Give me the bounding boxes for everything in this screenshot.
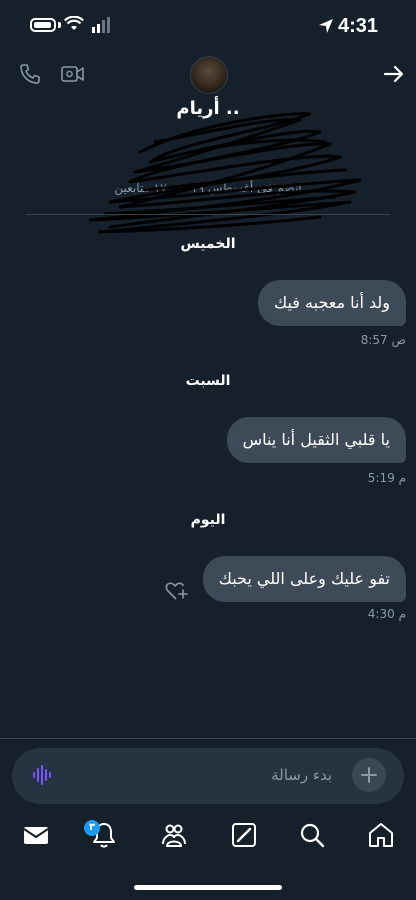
message-bubble[interactable]: تفو عليك وعلى اللي يحبك [202,556,406,602]
plus-icon [361,767,377,783]
add-reaction-icon[interactable] [164,579,190,603]
contact-avatar[interactable] [190,56,228,94]
messages-icon[interactable] [21,820,51,850]
status-time: 4:31 [337,15,378,37]
message-bubble[interactable]: ولد أنا معجبه فيك [257,280,406,326]
date-separator: السبت [185,373,231,389]
add-media-button[interactable] [352,758,386,792]
home-icon[interactable] [366,820,396,850]
video-call-icon[interactable] [60,62,86,86]
date-separator: الخميس [180,236,236,252]
header-divider [26,214,390,215]
battery-icon [30,18,56,32]
message-bubble[interactable]: يا قلبي الثقيل أنا يناس [226,417,406,463]
wifi-icon [64,16,84,30]
battery-tip [58,22,61,28]
message-time: 4:30 م [367,607,406,621]
phone-icon[interactable] [18,62,42,86]
redaction-scribble [88,112,362,234]
notification-badge: ٣ [84,820,100,836]
message-time: 8:57 ص [360,333,406,347]
grok-icon[interactable] [229,820,259,850]
voice-message-icon[interactable] [32,764,54,786]
home-indicator [134,885,282,890]
status-bar: 4:31 [0,0,416,52]
search-icon[interactable] [297,820,327,850]
communities-icon[interactable] [159,820,189,850]
message-composer[interactable]: بدء رسالة [12,748,404,804]
signal-icon [92,17,110,33]
location-arrow-icon [319,19,333,33]
back-arrow-icon[interactable] [382,62,406,86]
date-separator: اليوم [190,512,226,528]
composer-divider [0,738,416,739]
message-input-placeholder[interactable]: بدء رسالة [271,766,332,784]
message-time: 5:19 م [367,471,406,485]
